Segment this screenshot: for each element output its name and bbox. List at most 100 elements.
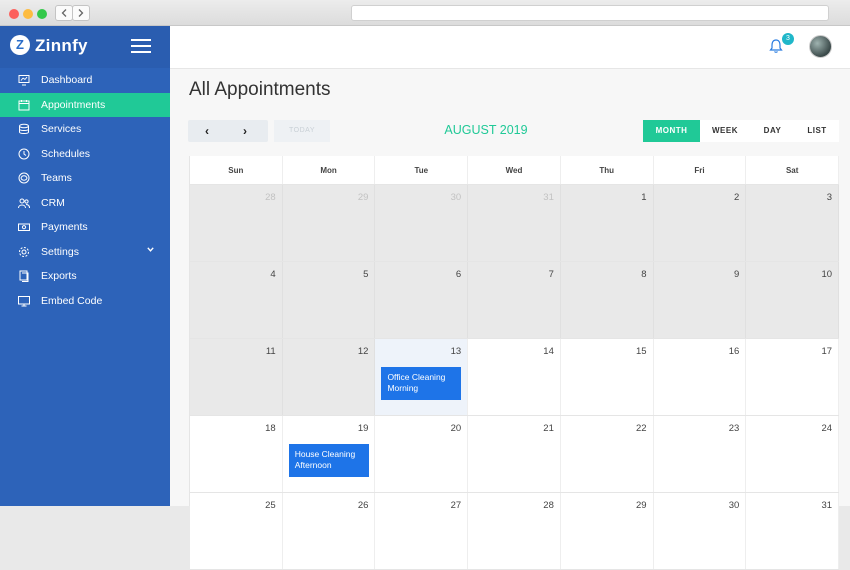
weekday-label: Mon — [283, 156, 376, 184]
sidebar-item-label: Teams — [41, 172, 72, 185]
calendar-day-cell[interactable]: 20 — [375, 416, 469, 492]
day-number: 30 — [450, 192, 462, 203]
sidebar-item-crm[interactable]: CRM — [0, 191, 170, 216]
sidebar-item-payments[interactable]: Payments — [0, 215, 170, 240]
today-button[interactable]: TODAY — [274, 120, 330, 142]
browser-back-button[interactable] — [55, 5, 73, 21]
calendar-week: 28 29 30 31 1 2 3 — [190, 185, 840, 262]
day-number: 28 — [265, 192, 276, 203]
calendar-day-cell[interactable]: 9 — [653, 262, 747, 338]
chevron-down-icon[interactable] — [147, 246, 154, 252]
calendar-day-cell[interactable]: 16 — [653, 339, 747, 415]
calendar-day-cell[interactable]: 28 — [468, 493, 561, 569]
calendar-day-cell[interactable]: 31 — [468, 185, 561, 261]
view-list-button[interactable]: LIST — [795, 120, 839, 142]
browser-forward-button[interactable] — [72, 5, 90, 21]
sidebar-item-teams[interactable]: Teams — [0, 166, 170, 191]
next-month-button[interactable]: › — [243, 124, 247, 138]
brand-name[interactable]: Zinnfy — [35, 36, 88, 56]
weekday-header: Sun Mon Tue Wed Thu Fri Sat — [190, 156, 840, 185]
calendar-day-cell[interactable]: 27 — [375, 493, 469, 569]
address-bar[interactable] — [351, 5, 829, 21]
prev-month-button[interactable]: ‹ — [205, 124, 209, 138]
day-number: 29 — [357, 192, 369, 203]
calendar-week: 11 12 13 Office Cleaning Morning 14 15 1… — [190, 339, 840, 416]
calendar-week: 4 5 6 7 8 9 10 — [190, 262, 840, 339]
appointments-icon — [18, 99, 30, 111]
hamburger-menu-icon[interactable] — [131, 39, 151, 53]
chevron-left-icon — [61, 9, 67, 17]
day-number: 21 — [543, 423, 554, 434]
sidebar-item-label: Appointments — [41, 98, 106, 111]
calendar-day-cell[interactable]: 6 — [375, 262, 469, 338]
minimize-window-button[interactable] — [23, 9, 33, 19]
calendar-day-cell[interactable]: 12 — [282, 339, 376, 415]
sidebar-item-label: Dashboard — [41, 74, 93, 87]
sidebar-item-schedules[interactable]: Schedules — [0, 142, 170, 167]
sidebar-item-embed-code[interactable]: Embed Code — [0, 289, 170, 314]
calendar-day-cell[interactable]: 28 — [190, 185, 283, 261]
day-number: 2 — [734, 192, 740, 203]
calendar-day-cell[interactable]: 21 — [468, 416, 561, 492]
calendar-day-cell[interactable]: 31 — [746, 493, 840, 569]
calendar-day-cell[interactable]: 4 — [190, 262, 283, 338]
day-number: 6 — [455, 269, 462, 280]
notification-count-badge: 3 — [782, 33, 794, 45]
sidebar-item-services[interactable]: Services — [0, 117, 170, 142]
day-number: 3 — [826, 192, 833, 203]
user-avatar[interactable] — [809, 35, 832, 58]
calendar-day-cell[interactable]: 3 — [746, 185, 840, 261]
close-window-button[interactable] — [9, 9, 19, 19]
calendar-day-cell[interactable]: 5 — [282, 262, 376, 338]
calendar-event[interactable]: House Cleaning Afternoon — [288, 444, 369, 477]
calendar-event[interactable]: Office Cleaning Morning — [381, 367, 462, 400]
browser-chrome — [0, 0, 850, 506]
sidebar-item-settings[interactable]: Settings — [0, 240, 170, 265]
calendar-day-cell[interactable]: 30 — [653, 493, 747, 569]
calendar-day-cell[interactable]: 26 — [282, 493, 376, 569]
calendar-day-cell[interactable]: 8 — [560, 262, 654, 338]
calendar-day-cell[interactable]: 22 — [560, 416, 654, 492]
calendar-day-cell[interactable]: 29 — [560, 493, 654, 569]
crm-icon — [18, 197, 30, 209]
calendar-day-cell[interactable]: 24 — [746, 416, 840, 492]
sidebar-item-exports[interactable]: Exports — [0, 264, 170, 289]
calendar-day-cell[interactable]: 14 — [468, 339, 561, 415]
day-number: 22 — [636, 423, 647, 434]
day-number: 20 — [450, 423, 462, 434]
month-calendar: Sun Mon Tue Wed Thu Fri Sat 28 29 30 31 … — [189, 156, 840, 570]
calendar-day-cell[interactable]: 17 — [746, 339, 840, 415]
main-content: All Appointments ‹ › TODAY AUGUST 2019 M… — [170, 69, 850, 570]
top-bar: 3 — [170, 26, 850, 69]
calendar-day-cell[interactable]: 18 — [190, 416, 283, 492]
day-number: 5 — [363, 269, 369, 280]
day-number: 19 — [357, 423, 369, 434]
calendar-day-cell[interactable]: 10 — [746, 262, 840, 338]
calendar-week: 25 26 27 28 29 30 31 — [190, 493, 840, 570]
maximize-window-button[interactable] — [37, 9, 47, 19]
view-month-button[interactable]: MONTH — [643, 120, 700, 142]
view-day-button[interactable]: DAY — [750, 120, 795, 142]
calendar-day-cell-today[interactable]: 13 Office Cleaning Morning — [375, 339, 469, 415]
weekday-label: Sun — [190, 156, 283, 184]
calendar-day-cell[interactable]: 19 House Cleaning Afternoon — [282, 416, 376, 492]
sidebar-item-appointments[interactable]: Appointments — [0, 92, 170, 117]
sidebar-item-label: Payments — [41, 221, 88, 234]
calendar-day-cell[interactable]: 25 — [190, 493, 283, 569]
payments-icon — [18, 221, 30, 233]
calendar-day-cell[interactable]: 29 — [282, 185, 376, 261]
logo-letter: Z — [16, 37, 24, 52]
sidebar-item-dashboard[interactable]: Dashboard — [0, 68, 170, 93]
zinnfy-logo-icon[interactable]: Z — [10, 35, 30, 55]
calendar-day-cell[interactable]: 30 — [375, 185, 469, 261]
calendar-day-cell[interactable]: 1 — [560, 185, 654, 261]
calendar-day-cell[interactable]: 7 — [468, 262, 561, 338]
view-week-button[interactable]: WEEK — [700, 120, 750, 142]
calendar-day-cell[interactable]: 15 — [560, 339, 654, 415]
teams-icon — [18, 172, 30, 184]
chevron-right-icon — [78, 9, 84, 17]
calendar-day-cell[interactable]: 23 — [653, 416, 747, 492]
day-number: 18 — [265, 423, 276, 434]
calendar-day-cell[interactable]: 11 — [190, 339, 283, 415]
calendar-day-cell[interactable]: 2 — [653, 185, 747, 261]
